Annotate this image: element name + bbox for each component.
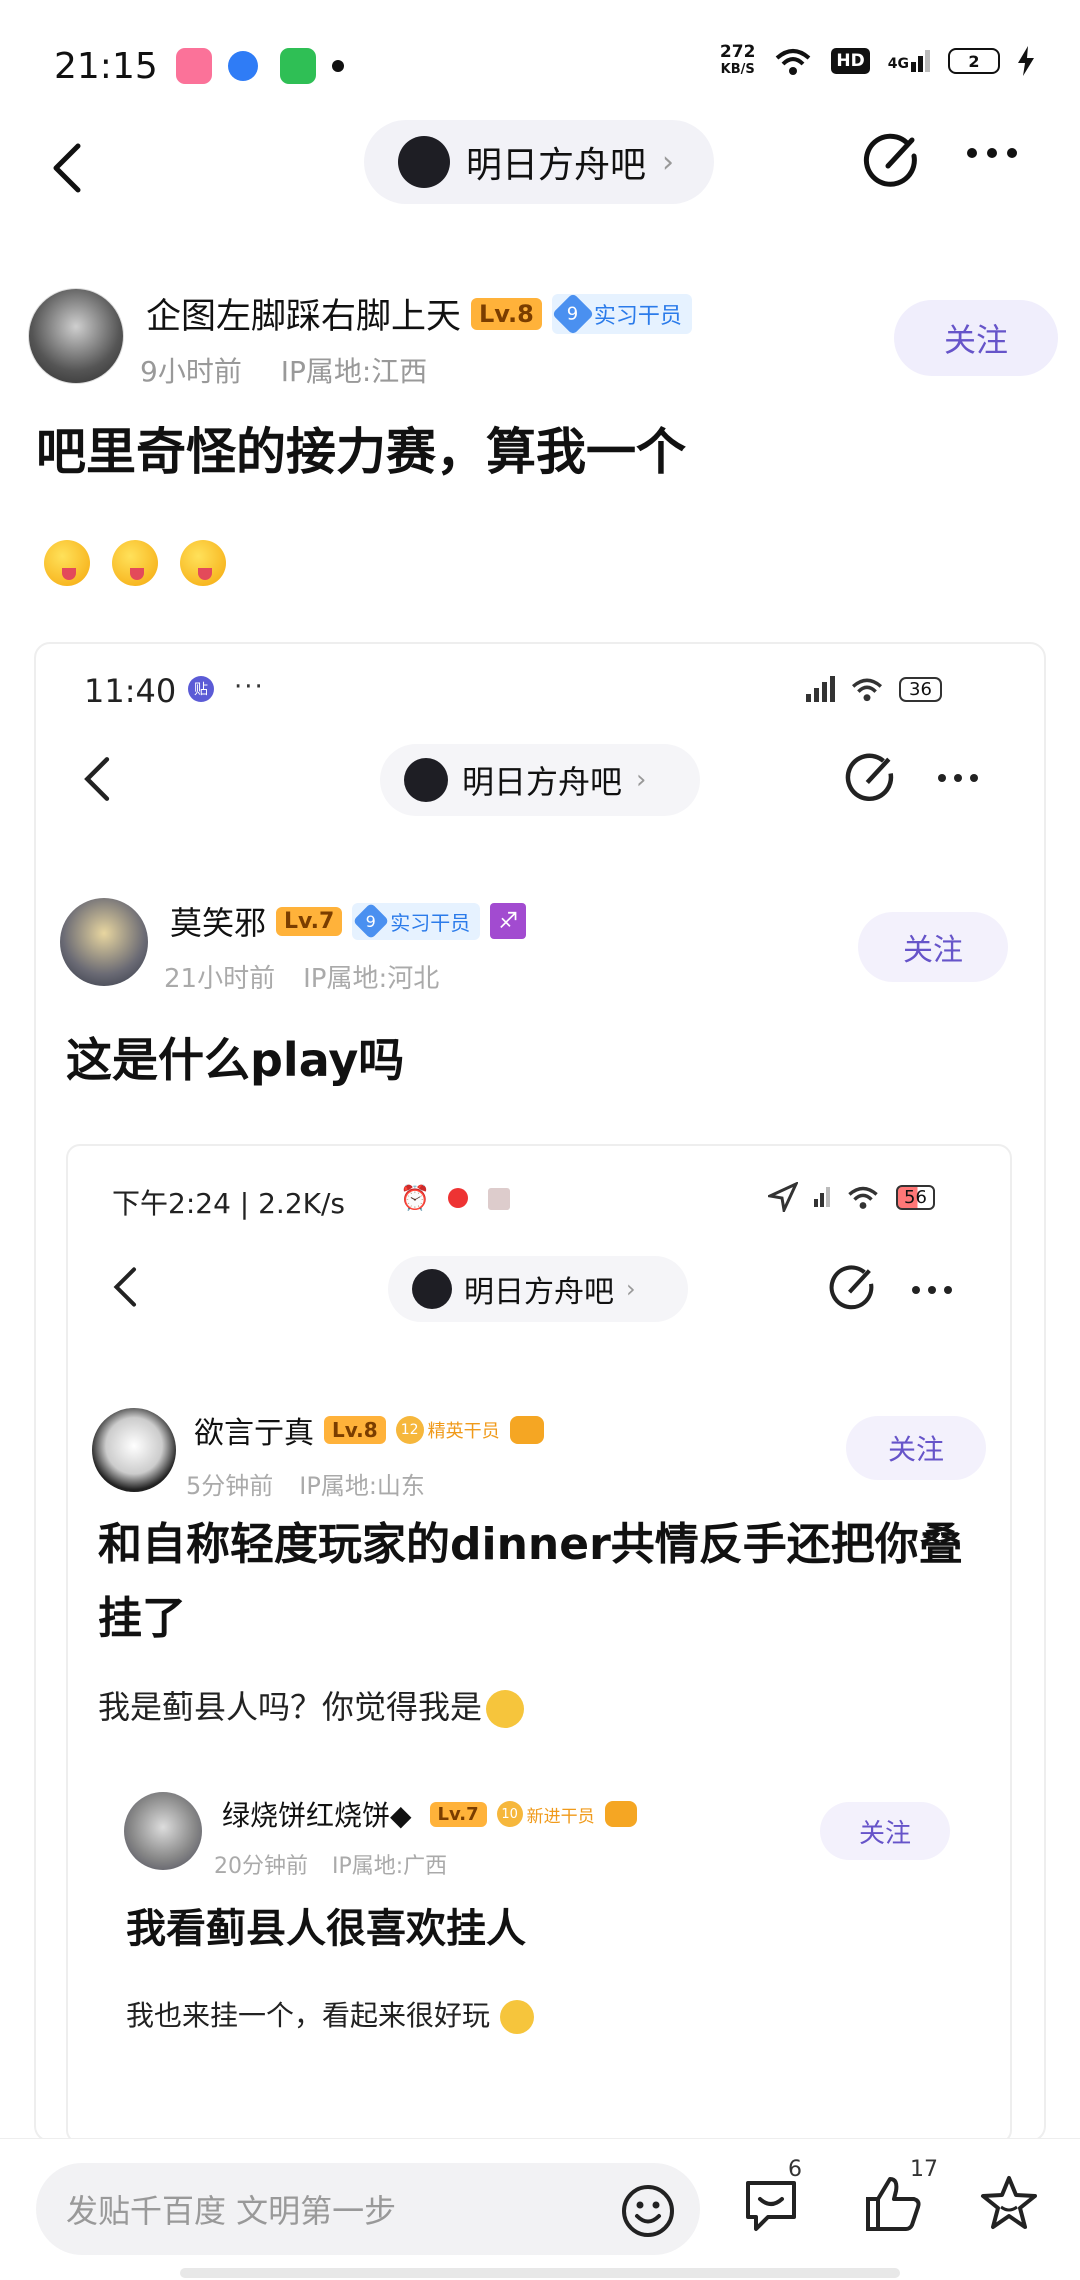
nested-screenshot-level3: 绿烧饼红烧饼◆ Lv.7 10 新进干员 20分钟前 IP属地:广西 关注 我看蓟县…	[68, 1756, 1010, 2140]
shot2-game-badge-icon	[509, 1416, 544, 1444]
post-meta: 9小时前 IP属地:江西	[140, 350, 427, 390]
favorite-star-icon[interactable]	[978, 2173, 1040, 2235]
shopping-app-icon	[280, 48, 316, 84]
bottom-action-bar: 发贴千百度 文明第一步 6 17	[0, 2138, 1080, 2280]
edit-post-icon[interactable]	[862, 132, 920, 190]
like-count: 17	[910, 2157, 938, 2182]
more-options-icon[interactable]	[962, 140, 1022, 180]
shot2-more-icon	[912, 1286, 952, 1294]
app-notification-icon	[228, 51, 258, 81]
network-speed: 272 KB/S	[719, 42, 756, 78]
level-badge: Lv.8	[471, 297, 542, 330]
shot2-battery: 56	[896, 1184, 935, 1210]
shot3-meta: 20分钟前 IP属地:广西	[214, 1854, 448, 1879]
bilibili-app-icon	[176, 48, 212, 84]
status-time: 21:15	[54, 46, 158, 87]
diamond-icon: 9	[551, 292, 595, 335]
shot1-status-time: 11:40	[84, 672, 177, 710]
shot1-author-avatar	[60, 898, 148, 986]
comment-count: 6	[788, 2157, 802, 2182]
shot1-signal-icon	[806, 676, 835, 702]
yum-emoji-icon	[112, 540, 158, 586]
wifi-icon	[776, 49, 811, 75]
shot1-status-right: 36	[806, 676, 942, 702]
forum-name-pill[interactable]: 明日方舟吧 ›	[364, 120, 714, 204]
top-nav-bar: 明日方舟吧 ›	[0, 118, 1080, 218]
shot1-gender-icon: ♐	[490, 903, 527, 939]
shot1-forum-logo	[404, 758, 448, 802]
hd-badge: HD	[831, 48, 870, 74]
reply-placeholder: 发贴千百度 文明第一步	[66, 2192, 397, 2230]
shot1-wifi-icon	[851, 678, 883, 702]
shot2-meta: 5分钟前 IP属地:山东	[186, 1472, 425, 1500]
member-title-badge: 9 实习干员	[551, 292, 692, 335]
shot1-battery: 36	[899, 676, 942, 702]
chevron-right-icon: ›	[662, 144, 675, 180]
shot2-title: 和自称轻度玩家的dinner共情反手还把你叠挂了	[98, 1519, 963, 1644]
shot3-follow-button: 关注	[820, 1802, 950, 1860]
nested-screenshot-image: 下午2:24 | 2.2K/s ⏰ 56 明日方舟吧 › 欲言亍真 Lv.8 1…	[66, 1144, 1012, 2140]
post-author-row: 企图左脚踩右脚上天 Lv.8 9 实习干员 9小时前 IP属地:江西 关注	[28, 288, 1058, 398]
emoji-row	[44, 540, 226, 586]
shot1-meta: 21小时前 IP属地:河北	[164, 964, 440, 994]
emoji-picker-icon[interactable]	[620, 2183, 676, 2239]
status-bar: 21:15 272 KB/S HD 4G 2	[0, 0, 1080, 130]
shot3-body: 我也来挂一个，看起来很好玩	[126, 1994, 535, 2034]
follow-button[interactable]: 关注	[894, 300, 1058, 376]
shot1-title: 这是什么play吗	[66, 1033, 405, 1087]
shot2-wifi-icon	[848, 1186, 878, 1209]
shot2-follow-button: 关注	[846, 1416, 986, 1480]
shot2-status-left: 下午2:24 | 2.2K/s	[112, 1187, 346, 1220]
shot2-weibo-icon	[448, 1188, 468, 1208]
yum-emoji-icon	[180, 540, 226, 586]
shot1-author-row: 莫笑邪 Lv.7 9 实习干员 ♐	[170, 898, 527, 944]
author-name[interactable]: 企图左脚踩右脚上天	[146, 288, 461, 339]
like-thumb-icon[interactable]	[862, 2173, 924, 2235]
shot1-more-icon	[938, 774, 978, 782]
shot1-more-dots: ···	[234, 672, 265, 702]
charging-icon	[1018, 46, 1034, 76]
shot1-forum-pill: 明日方舟吧 ›	[380, 744, 700, 816]
embedded-screenshot-image[interactable]: 11:40 贴 ··· 36 明日方舟吧 › 莫笑邪 Lv.7 9 实习干员 ♐ …	[34, 642, 1046, 2142]
forum-logo-icon	[398, 136, 450, 188]
shot1-back-icon	[84, 757, 110, 801]
shot3-author-row: 绿烧饼红烧饼◆ Lv.7 10 新进干员	[222, 1794, 637, 1834]
shot2-back-icon	[113, 1267, 136, 1307]
shot2-app-icon	[488, 1188, 510, 1210]
more-notifications-dot	[332, 60, 344, 72]
shot2-edit-icon	[829, 1265, 874, 1310]
forum-name: 明日方舟吧	[466, 145, 647, 186]
comment-icon[interactable]	[740, 2173, 802, 2235]
shot2-forum-pill: 明日方舟吧 ›	[388, 1256, 688, 1322]
star-struck-emoji-icon	[500, 2000, 535, 2034]
shot2-status-right: 56	[768, 1182, 935, 1212]
tieba-notification-icon: 贴	[188, 676, 214, 702]
shot1-follow-button: 关注	[858, 912, 1008, 982]
post-time: 9小时前	[140, 355, 242, 388]
shot2-author-row: 欲言亍真 Lv.8 12 精英干员	[194, 1408, 544, 1452]
shot2-location-icon	[768, 1182, 798, 1212]
yum-emoji-icon	[44, 540, 90, 586]
shot2-body: 我是蓟县人吗？你觉得我是	[98, 1682, 525, 1728]
ip-location: IP属地:江西	[280, 355, 428, 388]
shot3-title: 我看蓟县人很喜欢挂人	[126, 1906, 526, 1952]
shot3-author-avatar	[124, 1792, 202, 1870]
back-arrow-icon[interactable]	[48, 140, 88, 196]
shot2-author-avatar	[92, 1408, 176, 1492]
shot1-edit-icon	[845, 753, 894, 802]
shot3-game-badge-icon	[604, 1801, 637, 1827]
home-indicator	[180, 2268, 900, 2278]
shot2-alarm-icon: ⏰	[400, 1184, 430, 1212]
battery-indicator: 2	[948, 48, 1000, 74]
author-name-row: 企图左脚踩右脚上天 Lv.8 9 实习干员	[146, 288, 692, 339]
reply-input[interactable]: 发贴千百度 文明第一步	[36, 2163, 700, 2255]
author-avatar[interactable]	[28, 288, 124, 384]
cellular-signal-icon: 4G	[888, 50, 930, 72]
post-title: 吧里奇怪的接力赛，算我一个	[36, 423, 686, 481]
rofl-emoji-icon	[486, 1690, 525, 1728]
